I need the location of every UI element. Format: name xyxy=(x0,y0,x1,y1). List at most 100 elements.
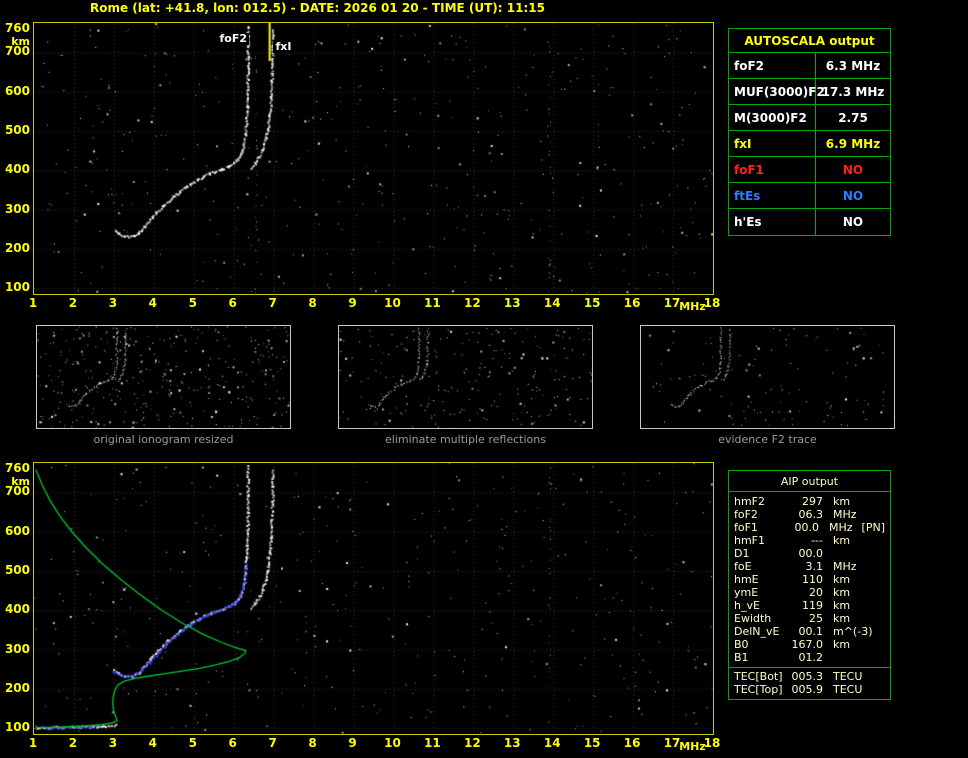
aip-tec-row: TEC[Bot] 005.3 TECU xyxy=(729,670,890,683)
aip-row-note xyxy=(865,638,885,651)
autoscala-row-label: h'Es xyxy=(729,209,816,235)
aip-row-value: 25 xyxy=(809,612,823,625)
autoscala-row: M(3000)F2 2.75 xyxy=(729,105,890,131)
trace-annotation-label: fxI xyxy=(273,39,294,53)
aip-row-note xyxy=(865,495,885,508)
aip-row-unit: km xyxy=(833,534,851,547)
aip-row-value: 3.1 xyxy=(805,560,824,573)
x-tick-label: 16 xyxy=(623,296,641,310)
aip-row-label: Ewidth xyxy=(734,612,772,625)
aip-tec-label: TEC[Bot] xyxy=(734,670,783,683)
autoscala-row: fxI 6.9 MHz xyxy=(729,131,890,157)
panel-eliminate-reflections-canvas xyxy=(339,326,592,428)
y-tick-label: 300 xyxy=(4,641,30,656)
x-tick-label: 10 xyxy=(384,296,401,310)
aip-row-unit: km xyxy=(833,612,851,625)
aip-row-value: 00.0 xyxy=(794,521,819,534)
autoscala-row: ftEs NO xyxy=(729,183,890,209)
x-tick-label: 4 xyxy=(148,296,157,310)
y-tick-label: 760 xyxy=(4,460,30,475)
x-tick-label: 6 xyxy=(228,736,237,750)
aip-row-note xyxy=(865,573,885,586)
aip-row-unit xyxy=(823,651,865,664)
aip-row: B1 01.2 xyxy=(729,651,890,664)
x-tick-label: 8 xyxy=(308,296,317,310)
aip-table-header: AIP output xyxy=(729,471,890,492)
x-tick-label: 15 xyxy=(583,736,601,750)
autoscala-row-label: fxI xyxy=(729,131,816,156)
aip-row: hmF2 297 km xyxy=(729,495,890,508)
aip-table-rows: hmF2 297 km foF2 06.3 MHz foF1 00.0 MHz [PN] hmF1 -… xyxy=(729,492,890,696)
x-axis-unit-label: MHz xyxy=(679,300,706,313)
y-axis-unit-label: km xyxy=(11,34,30,48)
aip-row-value: 297 xyxy=(802,495,823,508)
aip-row-unit: MHz xyxy=(828,521,853,534)
trace-annotation-label: foF2 xyxy=(217,31,250,45)
aip-row: h_vE 119 km xyxy=(729,599,890,612)
x-tick-label: 10 xyxy=(384,736,401,750)
panel-eliminate-reflections xyxy=(338,325,593,429)
autoscala-row-label: ftEs xyxy=(729,183,816,208)
aip-row: hmE 110 km xyxy=(729,573,890,586)
aip-row-note xyxy=(865,612,885,625)
x-tick-label: 12 xyxy=(463,296,481,310)
aip-row-value: 00.0 xyxy=(798,547,824,560)
autoscala-row: foF1 NO xyxy=(729,157,890,183)
x-tick-label: 18 xyxy=(703,736,721,750)
main-ionogram-canvas xyxy=(33,22,714,295)
aip-row-label: hmF2 xyxy=(734,495,766,508)
y-tick-label: 600 xyxy=(4,83,30,98)
aip-row: DelN_vE 00.1 m^(-3) xyxy=(729,625,890,638)
aip-row-unit xyxy=(823,547,865,560)
x-tick-label: 7 xyxy=(268,736,277,750)
aip-row: ymE 20 km xyxy=(729,586,890,599)
x-axis-unit-label: MHz xyxy=(679,740,706,753)
autoscala-row-value: NO xyxy=(842,188,864,203)
x-tick-label: 2 xyxy=(68,296,78,310)
profile-ionogram-plot: 760 700 600 500 400 300 200 100 km 1 2 3 4 5 6 7 8 9 10 11 1… xyxy=(0,460,722,758)
y-tick-label: 200 xyxy=(4,240,30,255)
aip-row: B0 167.0 km xyxy=(729,638,890,651)
x-tick-label: 11 xyxy=(424,296,441,310)
aip-row-value: 119 xyxy=(802,599,823,612)
aip-row-label: h_vE xyxy=(734,599,760,612)
y-tick-label: 200 xyxy=(4,680,30,695)
autoscala-row-value: NO xyxy=(842,162,864,177)
x-tick-label: 3 xyxy=(108,736,118,750)
panel-caption-evidence: evidence F2 trace xyxy=(718,433,817,446)
x-tick-label: 11 xyxy=(424,736,441,750)
aip-row-label: foF1 xyxy=(734,521,758,534)
autoscala-row-value: NO xyxy=(842,215,864,229)
aip-row-unit: km xyxy=(833,586,851,599)
panel-evidence-f2-trace-canvas xyxy=(641,326,894,428)
x-tick-label: 2 xyxy=(68,736,78,750)
x-tick-label: 17 xyxy=(663,296,681,310)
x-tick-label: 3 xyxy=(108,296,118,310)
aip-row-value: 20 xyxy=(809,586,823,599)
aip-row-unit: km xyxy=(833,573,851,586)
aip-row-note xyxy=(865,508,885,521)
y-tick-label: 400 xyxy=(4,602,30,617)
autoscala-row-label: M(3000)F2 xyxy=(729,105,816,130)
autoscala-row: foF2 6.3 MHz xyxy=(729,53,890,79)
x-tick-label: 4 xyxy=(148,736,157,750)
x-tick-label: 9 xyxy=(348,736,357,750)
aip-row-value: 167.0 xyxy=(791,638,824,651)
x-tick-label: 5 xyxy=(188,736,197,750)
x-tick-label: 9 xyxy=(348,296,357,310)
y-tick-label: 100 xyxy=(4,280,30,295)
autoscala-row-value: 2.75 xyxy=(838,110,868,125)
x-tick-label: 13 xyxy=(503,736,521,750)
y-tick-label: 500 xyxy=(4,563,30,577)
aip-row-note xyxy=(865,599,885,612)
aip-row-note xyxy=(865,625,885,638)
aip-row-value: 06.3 xyxy=(798,508,824,521)
panel-original-ionogram-canvas xyxy=(37,326,290,428)
aip-row-label: foE xyxy=(734,560,752,573)
y-tick-label: 100 xyxy=(4,720,30,735)
x-tick-label: 5 xyxy=(188,296,197,310)
aip-row-unit: km xyxy=(833,638,851,651)
x-tick-label: 1 xyxy=(28,736,38,750)
aip-row-label: B1 xyxy=(734,651,749,664)
autoscala-output-table: AUTOSCALA output foF2 6.3 MHz MUF(3000)F2 1… xyxy=(728,28,891,236)
